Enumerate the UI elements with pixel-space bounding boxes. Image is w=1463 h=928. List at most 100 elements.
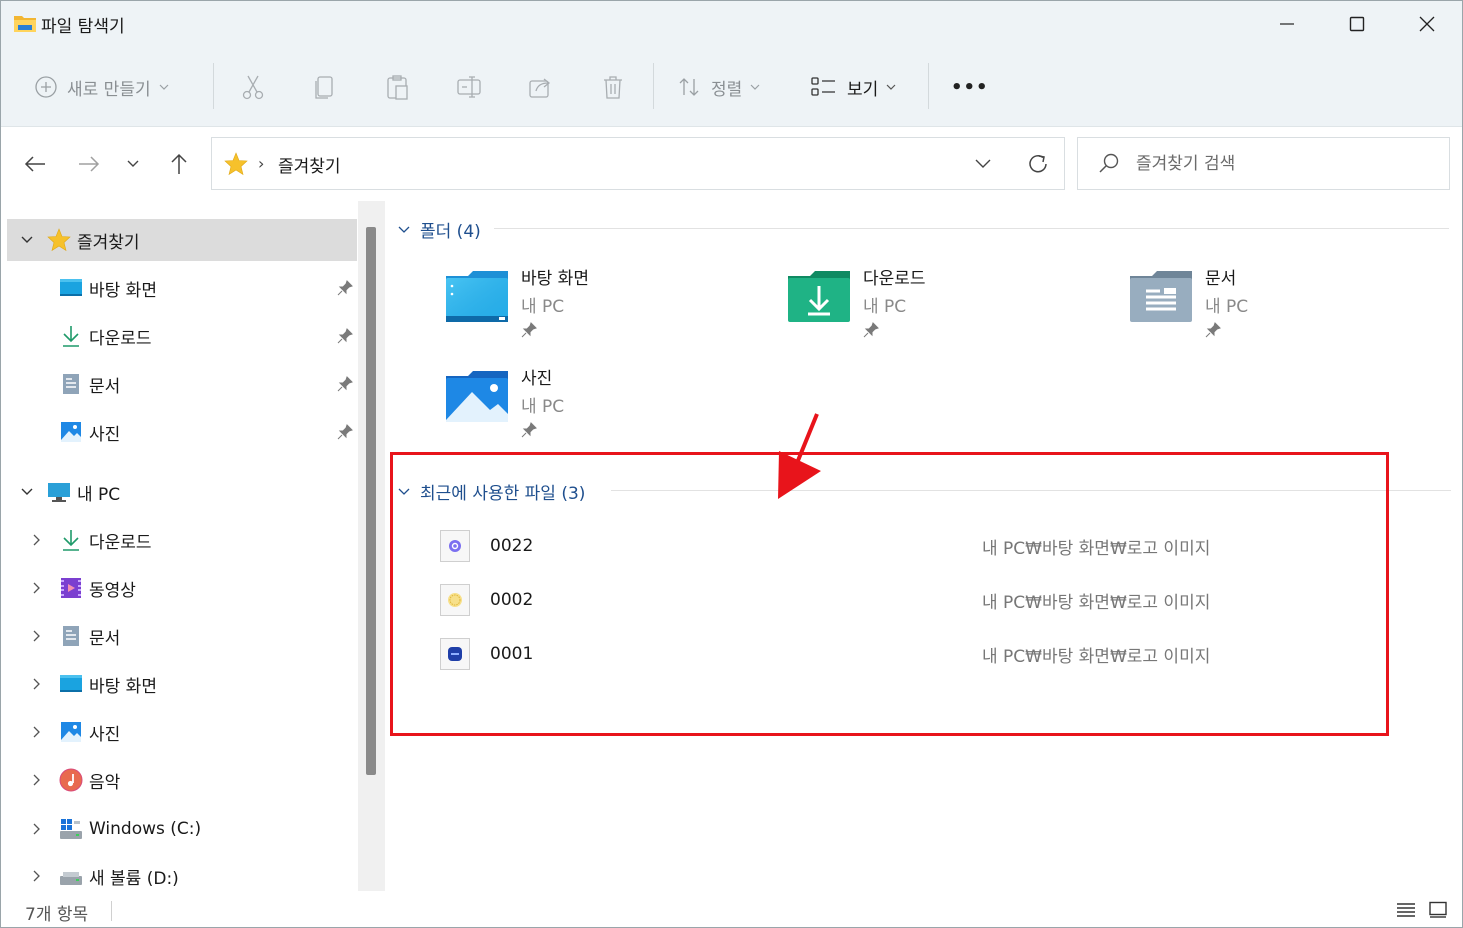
recent-locations-button[interactable] (113, 141, 153, 187)
download-icon (63, 530, 79, 551)
sidebar-item-label: 다운로드 (89, 532, 152, 553)
folder-location: 내 PC (521, 297, 565, 317)
folder-tile-documents[interactable]: 문서 내 PC (1128, 264, 1448, 354)
windows-drive-icon (60, 819, 82, 839)
share-button[interactable] (528, 47, 554, 127)
paste-button[interactable] (386, 47, 410, 127)
sidebar-item-label: 바탕 화면 (89, 676, 157, 697)
download-icon (63, 326, 79, 347)
documents-folder-icon (1130, 271, 1192, 322)
sidebar-item-pc-pictures[interactable]: 사진 (7, 711, 357, 753)
chevron-right-icon[interactable] (27, 626, 47, 646)
refresh-button[interactable] (1015, 141, 1061, 187)
maximize-button[interactable] (1322, 1, 1392, 47)
chevron-down-icon[interactable] (17, 230, 37, 250)
breadcrumb-favorites[interactable]: 즐겨찾기 (278, 152, 341, 177)
minimize-button[interactable] (1252, 1, 1322, 47)
star-icon (47, 228, 71, 252)
desktop-icon (60, 675, 82, 692)
sidebar-scrollbar[interactable] (358, 201, 385, 891)
folder-tile-downloads[interactable]: 다운로드 내 PC (786, 264, 1106, 354)
tiles-view-icon (1429, 901, 1447, 918)
up-button[interactable] (159, 141, 199, 187)
pin-icon[interactable] (337, 328, 353, 344)
search-box[interactable] (1077, 137, 1450, 190)
sidebar-item-fav-pictures[interactable]: 사진 (7, 411, 357, 453)
folder-tile-pictures[interactable]: 사진 내 PC (444, 364, 764, 454)
sidebar-item-pc-music[interactable]: 음악 (7, 759, 357, 801)
sidebar-item-pc-downloads[interactable]: 다운로드 (7, 519, 357, 561)
sidebar-item-fav-downloads[interactable]: 다운로드 (7, 315, 357, 357)
pin-icon[interactable] (337, 280, 353, 296)
rename-icon (457, 76, 481, 98)
pictures-icon (61, 722, 81, 742)
arrow-left-icon (24, 156, 45, 172)
folder-location: 내 PC (1205, 297, 1249, 317)
chevron-right-icon[interactable] (27, 819, 47, 839)
group-header-folders[interactable]: 폴더 (4) (398, 217, 481, 242)
delete-button[interactable] (601, 47, 625, 127)
copy-icon (315, 76, 333, 99)
music-icon (59, 768, 83, 792)
large-icons-view-button[interactable] (1425, 897, 1451, 923)
chevron-right-icon[interactable] (27, 722, 47, 742)
search-input[interactable] (1136, 150, 1436, 178)
chevron-right-icon[interactable] (27, 530, 47, 550)
sidebar-item-pc-documents[interactable]: 문서 (7, 615, 357, 657)
chevron-right-icon[interactable] (27, 770, 47, 790)
item-count: 7개 항목 (25, 905, 89, 925)
address-bar[interactable]: › 즐겨찾기 (211, 137, 1065, 190)
chevron-down-icon[interactable] (974, 154, 992, 172)
sidebar-item-label: 사진 (89, 724, 121, 745)
new-button[interactable]: 새로 만들기 (35, 47, 169, 127)
video-icon (61, 578, 81, 598)
sort-icon (679, 78, 699, 96)
folder-location: 내 PC (863, 297, 907, 317)
sidebar-item-label: 음악 (89, 772, 121, 793)
new-button-label: 새로 만들기 (67, 79, 151, 100)
details-view-button[interactable] (1393, 897, 1419, 923)
arrow-right-icon (79, 156, 100, 172)
close-button[interactable] (1392, 1, 1462, 47)
view-button[interactable]: 보기 (811, 47, 896, 127)
pin-icon[interactable] (337, 424, 353, 440)
document-icon (63, 626, 79, 646)
chevron-right-icon[interactable] (27, 674, 47, 694)
sidebar-item-pc-videos[interactable]: 동영상 (7, 567, 357, 609)
desktop-folder-icon (446, 271, 508, 322)
forward-button[interactable] (69, 141, 109, 187)
sidebar-item-fav-desktop[interactable]: 바탕 화면 (7, 267, 357, 309)
computer-icon (48, 483, 70, 502)
sort-button[interactable]: 정렬 (677, 47, 760, 127)
more-options-button[interactable]: ••• (951, 47, 989, 127)
title-bar: 파일 탐색기 (1, 1, 1462, 47)
view-label: 보기 (847, 79, 879, 100)
scrollbar-thumb[interactable] (366, 227, 376, 775)
chevron-right-icon[interactable] (27, 866, 47, 886)
sidebar-item-pc-drive-c[interactable]: Windows (C:) (7, 808, 357, 850)
sidebar-item-pc-desktop[interactable]: 바탕 화면 (7, 663, 357, 705)
cut-button[interactable] (241, 47, 265, 127)
sidebar-item-label: 문서 (89, 376, 121, 397)
chevron-down-icon (398, 226, 410, 233)
chevron-down-icon (127, 160, 139, 167)
pin-icon[interactable] (337, 376, 353, 392)
sidebar-item-label: Windows (C:) (89, 819, 202, 839)
chevron-down-icon (159, 84, 169, 90)
back-button[interactable] (15, 141, 55, 187)
sidebar-item-favorites[interactable]: 즐겨찾기 (7, 219, 357, 261)
folder-name: 사진 (521, 369, 553, 389)
toolbar-divider (928, 63, 929, 109)
close-icon (1419, 16, 1435, 32)
chevron-right-icon[interactable] (27, 578, 47, 598)
rename-button[interactable] (456, 47, 482, 127)
arrow-up-icon (171, 153, 187, 174)
folder-name: 다운로드 (863, 269, 926, 289)
plus-circle-icon (35, 76, 57, 98)
folder-tile-desktop[interactable]: 바탕 화면 내 PC (444, 264, 764, 354)
sidebar-item-this-pc[interactable]: 내 PC (7, 471, 357, 513)
chevron-down-icon[interactable] (17, 482, 37, 502)
copy-button[interactable] (314, 47, 336, 127)
trash-icon (604, 76, 622, 99)
sidebar-item-fav-documents[interactable]: 문서 (7, 363, 357, 405)
